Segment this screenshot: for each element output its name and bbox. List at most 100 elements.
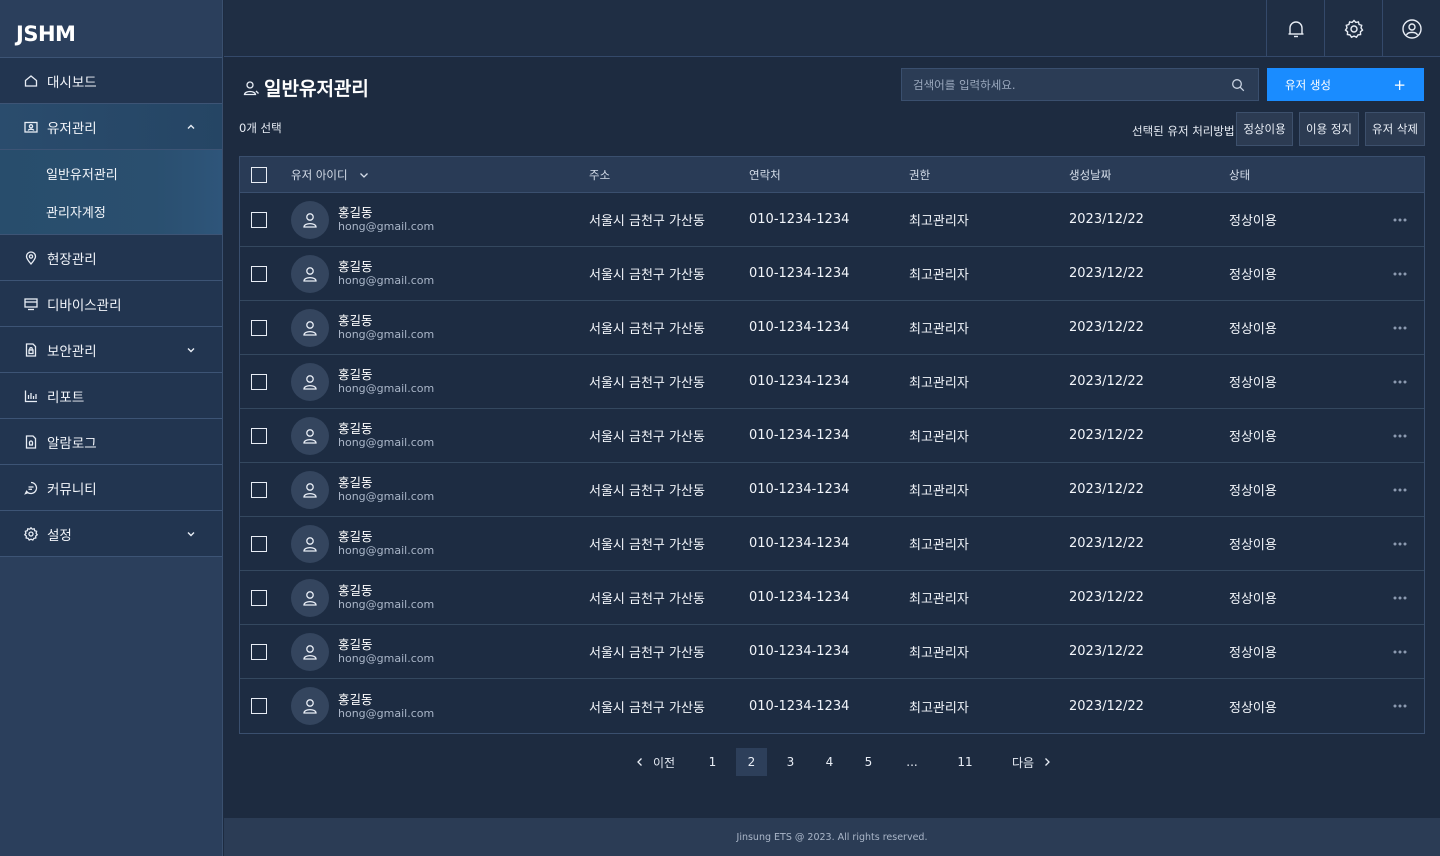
settings-button[interactable] (1324, 0, 1382, 57)
address-cell: 서울시 금천구 가산동 (589, 214, 705, 229)
user-email: hong@gmail.com (338, 382, 435, 395)
bar-chart-icon (23, 388, 39, 404)
row-checkbox[interactable] (251, 589, 267, 606)
user-avatar-icon (301, 697, 319, 715)
row-checkbox[interactable] (251, 427, 267, 444)
more-options-icon[interactable] (1392, 649, 1408, 655)
table-row[interactable]: 홍길동 hong@gmail.com 서울시 금천구 가산동 010-1234-… (240, 679, 1424, 733)
chevron-down-icon (185, 528, 197, 540)
user-avatar-icon (301, 265, 319, 283)
account-icon (1401, 18, 1423, 40)
table-row[interactable]: 홍길동 hong@gmail.com 서울시 금천구 가산동 010-1234-… (240, 301, 1424, 355)
table-row[interactable]: 홍길동 hong@gmail.com 서울시 금천구 가산동 010-1234-… (240, 517, 1424, 571)
row-checkbox[interactable] (251, 481, 267, 498)
account-button[interactable] (1382, 0, 1440, 57)
prev-page-button[interactable]: 이전 (629, 748, 681, 776)
user-email: hong@gmail.com (338, 706, 435, 720)
user-info: 홍길동 hong@gmail.com (338, 313, 434, 342)
next-page-button[interactable]: 다음 (1006, 748, 1058, 776)
avatar (291, 416, 329, 455)
table-row[interactable]: 홍길동 hong@gmail.com 서울시 금천구 가산동 010-1234-… (240, 571, 1424, 625)
sidebar-item-security[interactable]: 보안관리 (0, 327, 222, 373)
avatar (291, 578, 329, 617)
app-logo[interactable]: JSHM (0, 0, 222, 58)
more-options-icon[interactable] (1392, 703, 1408, 709)
select-all-checkbox[interactable] (251, 166, 267, 183)
phone-cell: 010-1234-1234 (749, 590, 850, 605)
user-info: 홍길동 hong@gmail.com (338, 637, 434, 666)
sidebar-subitem-admin-accounts[interactable]: 관리자계정 (0, 192, 222, 230)
sidebar-item-reports[interactable]: 리포트 (0, 373, 222, 419)
more-options-icon[interactable] (1392, 217, 1408, 223)
row-checkbox[interactable] (251, 643, 267, 660)
search-icon[interactable] (1231, 78, 1245, 92)
create-user-button[interactable]: 유저 생성 + (1267, 68, 1424, 101)
user-name: 홍길동 (338, 637, 373, 652)
sidebar-item-settings[interactable]: 설정 (0, 511, 222, 557)
sidebar-item-users[interactable]: 유저관리 (0, 104, 222, 150)
user-info: 홍길동 hong@gmail.com (338, 475, 434, 504)
search-input[interactable] (913, 77, 1213, 92)
suspend-user-button[interactable]: 이용 정지 (1299, 112, 1359, 146)
phone-cell: 010-1234-1234 (749, 374, 850, 389)
column-header-user-id[interactable]: 유저 아이디 (291, 167, 370, 183)
more-options-icon[interactable] (1392, 379, 1408, 385)
user-info: 홍길동 hong@gmail.com (338, 259, 434, 288)
page-number-button[interactable]: 3 (775, 748, 806, 776)
more-options-icon[interactable] (1392, 595, 1408, 601)
delete-user-button[interactable]: 유저 삭제 (1365, 112, 1425, 146)
status-cell: 정상이용 (1229, 214, 1277, 229)
table-row[interactable]: 홍길동 hong@gmail.com 서울시 금천구 가산동 010-1234-… (240, 247, 1424, 301)
user-email: hong@gmail.com (338, 220, 435, 233)
sidebar-item-community[interactable]: 커뮤니티 (0, 465, 222, 511)
user-info: 홍길동 hong@gmail.com (338, 421, 434, 450)
row-checkbox[interactable] (251, 211, 267, 228)
page-number-button[interactable]: 11 (940, 748, 990, 776)
chevron-down-icon (185, 344, 197, 356)
sidebar-item-dashboard[interactable]: 대시보드 (0, 58, 222, 104)
set-active-button[interactable]: 정상이용 (1236, 112, 1293, 146)
table-row[interactable]: 홍길동 hong@gmail.com 서울시 금천구 가산동 010-1234-… (240, 193, 1424, 247)
user-avatar-icon (301, 211, 319, 229)
created-date-cell: 2023/12/22 (1069, 212, 1144, 227)
page-number-button[interactable]: 1 (697, 748, 728, 776)
row-checkbox[interactable] (251, 319, 267, 336)
sidebar-item-alarm-log[interactable]: 알람로그 (0, 419, 222, 465)
user-cell: 홍길동 hong@gmail.com (291, 362, 435, 401)
table-row[interactable]: 홍길동 hong@gmail.com 서울시 금천구 가산동 010-1234-… (240, 409, 1424, 463)
role-cell: 최고관리자 (909, 646, 969, 661)
sidebar-item-devices[interactable]: 디바이스관리 (0, 281, 222, 327)
column-header-address: 주소 (589, 167, 611, 182)
table-row[interactable]: 홍길동 hong@gmail.com 서울시 금천구 가산동 010-1234-… (240, 625, 1424, 679)
table-row[interactable]: 홍길동 hong@gmail.com 서울시 금천구 가산동 010-1234-… (240, 355, 1424, 409)
user-email: hong@gmail.com (338, 490, 435, 503)
status-cell: 정상이용 (1229, 376, 1277, 391)
role-cell: 최고관리자 (909, 376, 969, 391)
status-cell: 정상이용 (1229, 646, 1277, 661)
address-cell: 서울시 금천구 가산동 (589, 322, 705, 337)
page-number-button[interactable]: 2 (736, 748, 767, 776)
page-number-button[interactable]: 5 (853, 748, 884, 776)
more-options-icon[interactable] (1392, 541, 1408, 547)
row-checkbox[interactable] (251, 535, 267, 552)
table-row[interactable]: 홍길동 hong@gmail.com 서울시 금천구 가산동 010-1234-… (240, 463, 1424, 517)
notifications-button[interactable] (1266, 0, 1324, 57)
more-options-icon[interactable] (1392, 325, 1408, 331)
row-checkbox[interactable] (251, 373, 267, 390)
more-options-icon[interactable] (1392, 487, 1408, 493)
more-options-icon[interactable] (1392, 433, 1408, 439)
table-header: 유저 아이디 주소 연락처 권한 생성날짜 상태 (240, 157, 1424, 193)
avatar (291, 632, 329, 671)
chevron-right-icon (1042, 757, 1052, 767)
status-cell: 정상이용 (1229, 700, 1277, 716)
page-numbers: 1 2 3 4 5... 11 (693, 748, 994, 776)
row-checkbox[interactable] (251, 265, 267, 282)
row-checkbox[interactable] (251, 698, 267, 714)
phone-cell: 010-1234-1234 (749, 536, 850, 551)
sidebar-item-sites[interactable]: 현장관리 (0, 235, 222, 281)
more-options-icon[interactable] (1392, 271, 1408, 277)
user-email: hong@gmail.com (338, 544, 435, 557)
page-number-button[interactable]: 4 (814, 748, 845, 776)
sidebar-subitem-general-users[interactable]: 일반유저관리 (0, 154, 222, 192)
avatar (291, 362, 329, 401)
